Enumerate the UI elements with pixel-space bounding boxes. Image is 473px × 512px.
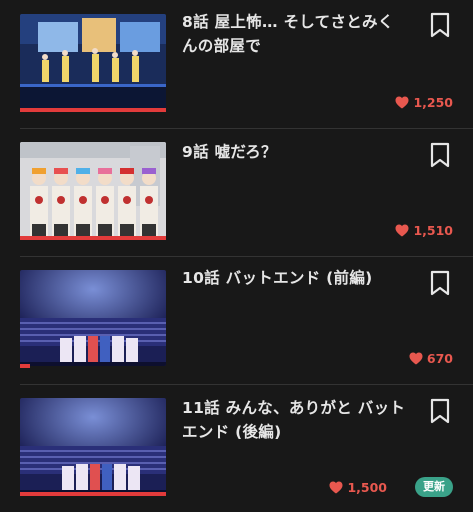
like-count: 670 bbox=[426, 350, 453, 366]
heart-icon bbox=[409, 352, 423, 364]
episode-thumbnail[interactable] bbox=[20, 398, 166, 494]
episode-row[interactable]: 8話 屋上怖… そしてさとみくんの部屋で 1,250 bbox=[0, 0, 473, 128]
bookmark-icon[interactable] bbox=[429, 270, 451, 296]
bookmark-icon[interactable] bbox=[429, 142, 451, 168]
watch-progress bbox=[20, 236, 166, 240]
update-badge: 更新 bbox=[415, 477, 453, 497]
like-count: 1,500 bbox=[347, 479, 387, 495]
likes: 1,500 bbox=[329, 478, 387, 496]
likes: 670 bbox=[409, 349, 453, 367]
episode-row[interactable]: 11話 みんな、ありがと バットエンド (後編) 1,500 更新 bbox=[0, 384, 473, 512]
likes: 1,250 bbox=[395, 93, 453, 111]
episode-row[interactable]: 10話 バットエンド (前編) 670 bbox=[0, 256, 473, 384]
bookmark-icon[interactable] bbox=[429, 12, 451, 38]
episode-title[interactable]: 10話 バットエンド (前編) bbox=[182, 266, 408, 290]
heart-icon bbox=[329, 481, 343, 493]
like-count: 1,250 bbox=[413, 94, 453, 110]
heart-icon bbox=[395, 96, 409, 108]
episode-thumbnail[interactable] bbox=[20, 142, 166, 238]
like-count: 1,510 bbox=[413, 222, 453, 238]
watch-progress bbox=[20, 108, 166, 112]
episode-title[interactable]: 11話 みんな、ありがと バットエンド (後編) bbox=[182, 396, 408, 444]
episode-thumbnail[interactable] bbox=[20, 14, 166, 110]
watch-progress bbox=[20, 492, 166, 496]
episode-list: 8話 屋上怖… そしてさとみくんの部屋で 1,250 9話 嘘だろ？ 1,510… bbox=[0, 0, 473, 512]
episode-title[interactable]: 8話 屋上怖… そしてさとみくんの部屋で bbox=[182, 10, 408, 58]
likes: 1,510 bbox=[395, 221, 453, 239]
episode-thumbnail[interactable] bbox=[20, 270, 166, 366]
watch-progress bbox=[20, 364, 30, 368]
episode-title[interactable]: 9話 嘘だろ？ bbox=[182, 140, 408, 164]
bookmark-icon[interactable] bbox=[429, 398, 451, 424]
heart-icon bbox=[395, 224, 409, 236]
episode-row[interactable]: 9話 嘘だろ？ 1,510 bbox=[0, 128, 473, 256]
